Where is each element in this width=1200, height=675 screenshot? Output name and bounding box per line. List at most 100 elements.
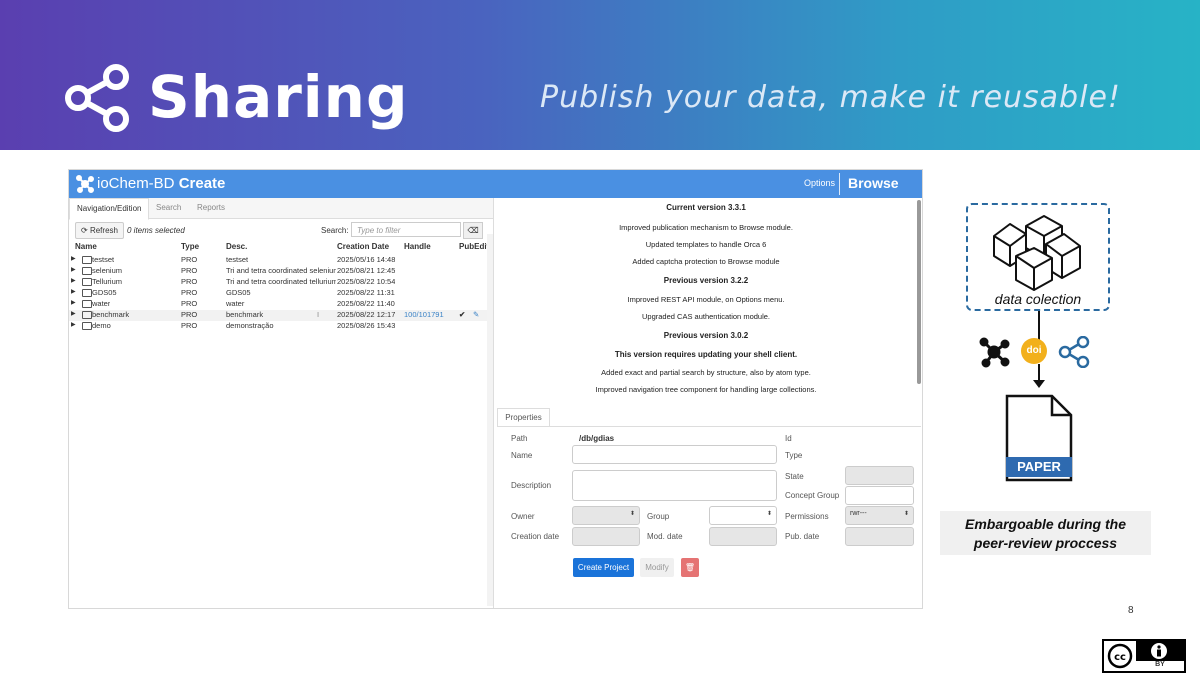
col-pubedit[interactable]: PubEdit [459,242,489,251]
header-divider [839,173,840,195]
folder-icon [82,288,92,298]
app-title: ioChem-BD Create [97,175,225,192]
checkmark-icon: ✔ [459,310,466,319]
edit-icon[interactable]: ✎ [473,310,479,319]
tab-search[interactable]: Search [149,198,188,218]
row-type: PRO [181,299,198,308]
group-label: Group [647,512,670,521]
state-input[interactable] [845,466,914,485]
modify-button[interactable]: Modify [640,558,674,577]
search-input[interactable]: Type to filter [351,222,461,237]
expand-icon[interactable]: ▶ [71,266,76,273]
concept-group-input[interactable] [845,486,914,505]
mod-date-input[interactable] [709,527,777,546]
row-type: PRO [181,255,198,264]
row-date: 2025/05/16 14:48 [337,255,396,264]
select-arrows-icon: ⬍ [629,511,635,517]
creation-date-input[interactable] [572,527,640,546]
attribution-icon [1151,643,1167,659]
delete-button[interactable]: 🗑 [681,558,699,577]
expand-icon[interactable]: ▶ [71,277,76,284]
search-label: Search: [321,226,349,235]
type-label: Type [785,451,803,460]
expand-icon[interactable]: ▶ [71,288,76,295]
release-note-item: Improved REST API module, on Options men… [627,295,785,304]
row-type: PRO [181,321,198,330]
embargo-text: Embargoable during the peer-review procc… [940,515,1151,553]
selection-count: 0 items selected [127,226,185,235]
path-value: /db/gdias [579,434,615,443]
row-date: 2025/08/22 11:40 [337,299,395,308]
col-handle[interactable]: Handle [404,242,431,251]
nav-scrollbar[interactable] [487,234,493,606]
table-row[interactable]: ▶ GDS05 PRO GDS05 2025/08/22 11:31 [69,288,489,299]
release-note-item: Added captcha protection to Browse modul… [632,257,780,266]
tab-reports[interactable]: Reports [190,198,232,218]
table-row[interactable]: ▶ benchmark PRO benchmark I 2025/08/22 1… [69,310,489,321]
refresh-button[interactable]: ⟳ Refresh [75,222,124,239]
tab-properties[interactable]: Properties [497,408,550,427]
owner-select[interactable]: ⬍ [572,506,640,525]
app-title-bold: Create [178,175,226,192]
select-arrows-icon: ⬍ [766,511,772,517]
expand-icon[interactable]: ▶ [71,310,76,317]
col-name[interactable]: Name [75,242,97,251]
row-desc: water [226,299,245,308]
row-date: 2025/08/21 12:45 [337,266,396,275]
table-row[interactable]: ▶ Tellurium PRO Tri and tetra coordinate… [69,277,489,288]
table-row[interactable]: ▶ demo PRO demonstração 2025/08/26 15:43 [69,321,489,332]
name-input[interactable] [572,445,777,464]
expand-icon[interactable]: ▶ [71,321,76,328]
row-name: demo [92,321,111,330]
name-label: Name [511,451,533,460]
release-note-item: Upgraded CAS authentication module. [642,312,770,321]
refresh-label: Refresh [89,226,118,235]
group-select[interactable]: ⬍ [709,506,777,525]
page-number: 8 [1128,605,1134,616]
navigation-panel: Navigation/Edition Search Reports ⟳ Refr… [69,198,494,608]
release-note-warning: This version requires updating your shel… [614,350,798,359]
row-type: PRO [181,277,198,286]
molecule-logo-icon [76,175,94,193]
options-link[interactable]: Options [804,178,835,188]
creation-date-label: Creation date [511,532,560,541]
pub-date-input[interactable] [845,527,914,546]
table-row[interactable]: ▶ water PRO water 2025/08/22 11:40 [69,299,489,310]
col-creation-date[interactable]: Creation Date [337,242,389,251]
notes-scrollbar[interactable] [917,200,921,384]
eraser-icon: ⌫ [467,226,479,235]
table-row[interactable]: ▶ selenium PRO Tri and tetra coordinated… [69,266,489,277]
row-handle-link[interactable]: 100/101791 [404,310,444,319]
col-desc[interactable]: Desc. [226,242,247,251]
row-desc: Tri and tetra coordinated tellurium [226,277,336,286]
folder-icon [82,299,92,309]
path-label: Path [511,434,528,443]
permissions-select[interactable]: rwr--- ⬍ [845,506,914,525]
clear-filter-button[interactable]: ⌫ [463,222,483,239]
release-note-item: Improved publication mechanism to Browse… [619,223,793,232]
properties-divider [497,426,921,427]
browse-link[interactable]: Browse [848,175,899,191]
description-textarea[interactable] [572,470,777,501]
doi-label: doi [1026,345,1042,356]
row-name: Tellurium [92,277,123,286]
attribution-block [1136,641,1184,661]
expand-icon[interactable]: ▶ [71,255,76,262]
folder-icon [82,277,92,287]
previous-version-heading: Previous version 3.0.2 [663,331,749,340]
refresh-icon: ⟳ [81,226,88,235]
table-row[interactable]: ▶ testset PRO testset 2025/05/16 14:48 [69,255,489,266]
share-icon [65,64,129,132]
cc-by-license-badge: cc BY [1102,639,1186,673]
col-type[interactable]: Type [181,242,199,251]
tab-navigation-edition[interactable]: Navigation/Edition [69,198,150,220]
share-network-icon [1058,336,1090,368]
expand-icon[interactable]: ▶ [71,299,76,306]
row-name: benchmark [92,310,130,319]
detail-panel: Current version 3.3.1 Improved publicati… [497,198,922,608]
row-desc: benchmark [226,310,264,319]
permissions-value: rwr--- [850,510,867,517]
data-collection-label: data colection [994,291,1082,307]
row-type: PRO [181,288,198,297]
create-project-button[interactable]: Create Project [573,558,634,577]
